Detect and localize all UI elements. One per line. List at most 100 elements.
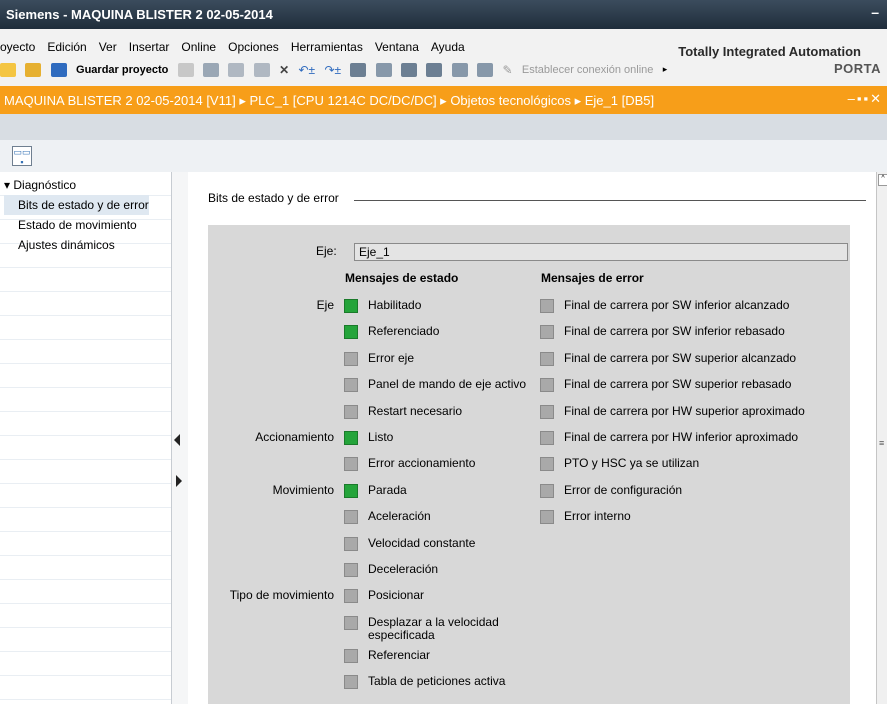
vertical-scrollbar[interactable]: ^ ≡ bbox=[876, 172, 887, 704]
status-message: Error eje bbox=[368, 350, 415, 365]
main-toolbar: Guardar proyecto ✕ ↶± ↷± ✎ Establecer co… bbox=[0, 62, 673, 77]
cut-icon[interactable] bbox=[203, 62, 220, 77]
minimize-icon[interactable]: – bbox=[871, 4, 879, 20]
section-divider bbox=[354, 200, 866, 201]
tree-root-diagnostico[interactable]: ▾ Diagnóstico bbox=[4, 175, 149, 195]
diagnostics-tool-icon[interactable]: ▭▭ ▪ bbox=[12, 146, 32, 167]
error-message: Final de carrera por SW superior alcanza… bbox=[564, 350, 797, 365]
menu-item-7[interactable]: Ventana bbox=[375, 40, 419, 54]
menu-item-5[interactable]: Opciones bbox=[228, 40, 279, 54]
status-indicator-off bbox=[344, 510, 358, 525]
title-bar: Siemens - MAQUINA BLISTER 2 02-05-2014 – bbox=[0, 0, 887, 29]
status-message: Referenciar bbox=[368, 647, 431, 662]
new-project-icon[interactable] bbox=[0, 62, 16, 77]
delete-icon[interactable]: ✕ bbox=[279, 63, 289, 77]
go-online-button[interactable]: Establecer conexión online bbox=[522, 64, 653, 76]
copy-icon[interactable] bbox=[228, 62, 245, 77]
menu-item-2[interactable]: Ver bbox=[99, 40, 117, 54]
scroll-up-icon[interactable]: ^ bbox=[878, 174, 887, 186]
status-header: Mensajes de estado bbox=[345, 271, 459, 285]
content-area: Bits de estado y de error Eje: Eje_1 Men… bbox=[188, 172, 876, 704]
status-group-label: Accionamiento bbox=[255, 430, 334, 444]
compile-icon[interactable] bbox=[350, 62, 367, 77]
scroll-grip-icon[interactable]: ≡ bbox=[879, 438, 884, 448]
status-indicator-off bbox=[540, 457, 554, 472]
status-indicator-off bbox=[344, 675, 358, 690]
status-indicator-off bbox=[344, 615, 358, 630]
status-indicator-on bbox=[344, 431, 358, 445]
menu-item-0[interactable]: oyecto bbox=[0, 40, 35, 54]
redo-icon[interactable]: ↷± bbox=[324, 63, 341, 77]
status-message: Velocidad constante bbox=[368, 535, 476, 550]
axis-value: Eje_1 bbox=[359, 245, 390, 259]
status-indicator-off bbox=[344, 351, 358, 366]
breadcrumb-path[interactable]: MAQUINA BLISTER 2 02-05-2014 [V11] ▸ PLC… bbox=[4, 93, 654, 109]
diagnostic-tree: ▾ Diagnóstico Bits de estado y de error E… bbox=[4, 175, 149, 255]
menu-item-3[interactable]: Insertar bbox=[129, 40, 170, 54]
save-icon[interactable] bbox=[50, 62, 67, 77]
print-icon[interactable] bbox=[177, 62, 194, 77]
editor-header-bar bbox=[0, 114, 887, 140]
brand-portal: PORTA bbox=[833, 61, 881, 76]
status-message: Habilitado bbox=[368, 298, 422, 312]
status-indicator-on bbox=[344, 299, 358, 313]
window-title: Siemens - MAQUINA BLISTER 2 02-05-2014 bbox=[6, 7, 273, 22]
save-project-button[interactable]: Guardar proyecto bbox=[76, 64, 168, 76]
online-icon[interactable]: ✎ bbox=[503, 63, 513, 77]
error-message: Final de carrera por HW superior aproxim… bbox=[564, 403, 805, 418]
axis-field: Eje_1 bbox=[354, 243, 848, 261]
status-indicator-off bbox=[344, 457, 358, 472]
status-indicator-off bbox=[344, 378, 358, 393]
status-group-label: Tipo de movimiento bbox=[229, 588, 334, 603]
download-icon[interactable] bbox=[375, 62, 392, 77]
status-indicator-off bbox=[344, 589, 358, 604]
status-message: Tabla de peticiones activa bbox=[368, 674, 506, 689]
status-message: Referenciado bbox=[368, 324, 440, 339]
status-indicator-off bbox=[344, 404, 358, 419]
navigation-pane: ▾ Diagnóstico Bits de estado y de error E… bbox=[0, 172, 188, 704]
error-message: Final de carrera por SW inferior rebasad… bbox=[564, 324, 785, 339]
status-indicator-off bbox=[540, 299, 554, 313]
error-message: Error de configuración bbox=[564, 482, 683, 497]
editor-toolbar: ▭▭ ▪ bbox=[0, 140, 887, 172]
menu-item-6[interactable]: Herramientas bbox=[291, 40, 363, 54]
status-message: Posicionar bbox=[368, 588, 425, 603]
open-project-icon[interactable] bbox=[25, 62, 42, 77]
status-indicator-off bbox=[540, 378, 554, 393]
status-indicator-off bbox=[540, 431, 554, 445]
tree-item[interactable]: Estado de movimiento bbox=[4, 215, 149, 235]
menu-item-8[interactable]: Ayuda bbox=[431, 40, 465, 54]
status-message: Desplazar a la velocidad bbox=[368, 614, 499, 629]
status-message: Error accionamiento bbox=[368, 456, 476, 471]
status-message: Panel de mando de eje activo bbox=[368, 377, 527, 392]
status-message: Aceleración bbox=[368, 509, 431, 524]
error-message: Final de carrera por SW inferior alcanza… bbox=[564, 298, 790, 312]
status-message: Listo bbox=[368, 430, 394, 444]
status-indicator-off bbox=[540, 404, 554, 419]
window-controls-icon[interactable]: –▪▪✕ bbox=[848, 91, 883, 107]
menu-item-4[interactable]: Online bbox=[181, 40, 216, 54]
tree-item[interactable]: Bits de estado y de error bbox=[4, 195, 149, 215]
brand-title: Totally Integrated Automation bbox=[678, 44, 861, 59]
simulation-icon[interactable] bbox=[426, 62, 443, 77]
main-menu: oyecto Edición Ver Insertar Online Opciones He… bbox=[0, 40, 477, 54]
menu-bar: oyecto Edición Ver Insertar Online Opciones He… bbox=[0, 29, 887, 86]
status-group-label: Movimiento bbox=[272, 482, 334, 497]
upload-icon[interactable] bbox=[401, 62, 418, 77]
status-panel: Eje: Eje_1 Mensajes de estado Mensajes d… bbox=[208, 225, 850, 704]
tree-item[interactable]: Ajustes dinámicos bbox=[4, 235, 149, 255]
undo-icon[interactable]: ↶± bbox=[298, 63, 315, 77]
error-header: Mensajes de error bbox=[541, 271, 644, 285]
monitor-icon[interactable] bbox=[451, 62, 468, 77]
error-message: Error interno bbox=[564, 509, 631, 524]
diagnostic-icon[interactable] bbox=[477, 62, 494, 77]
status-indicator-off bbox=[344, 536, 358, 551]
status-message: Restart necesario bbox=[368, 403, 463, 418]
section-title: Bits de estado y de error bbox=[208, 191, 339, 205]
toolbar-more-icon[interactable]: ▸ bbox=[663, 64, 668, 75]
status-indicator-off bbox=[540, 351, 554, 366]
paste-icon[interactable] bbox=[253, 62, 270, 77]
menu-item-1[interactable]: Edición bbox=[47, 40, 86, 54]
error-message: Final de carrera por SW superior rebasad… bbox=[564, 377, 792, 392]
status-message-cont: especificada bbox=[368, 627, 435, 642]
